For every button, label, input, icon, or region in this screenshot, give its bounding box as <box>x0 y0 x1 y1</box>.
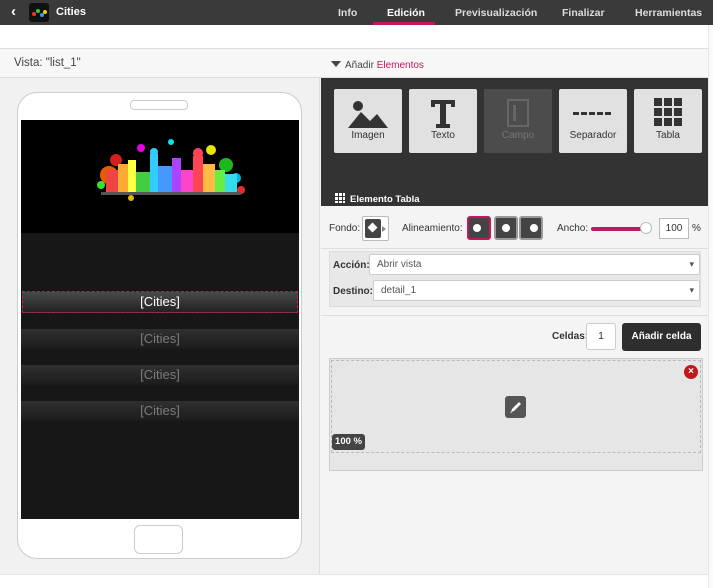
tool-label: Campo <box>501 130 535 141</box>
phone-speaker <box>130 100 188 110</box>
paint-bucket-icon <box>365 219 381 238</box>
tool-imagen[interactable]: Imagen <box>334 89 402 153</box>
width-slider-handle[interactable] <box>640 222 652 234</box>
accion-select[interactable]: Abrir vista <box>369 254 700 275</box>
app-title: Cities <box>56 6 86 18</box>
city-splash-image <box>97 139 245 201</box>
tab-info[interactable]: Info <box>338 7 357 19</box>
align-right-button[interactable] <box>519 216 543 240</box>
image-icon <box>348 101 388 128</box>
align-left-button[interactable] <box>467 216 491 240</box>
back-chevron-icon[interactable]: ‹ <box>11 3 16 20</box>
top-bar: ‹ Cities Info Edición Previsualización F… <box>0 0 713 25</box>
tool-label: Imagen <box>351 130 385 141</box>
cells-label: Celdas: <box>552 331 589 342</box>
page-scrollbar[interactable] <box>708 25 713 588</box>
collapse-triangle-icon <box>331 61 341 67</box>
tool-campo: Campo <box>484 89 552 153</box>
cell-width-badge: 100 % <box>332 434 365 450</box>
width-unit: % <box>692 223 701 234</box>
tool-label: Tabla <box>656 130 680 141</box>
tab-finalizar[interactable]: Finalizar <box>562 7 605 19</box>
fondo-label: Fondo: <box>329 223 361 234</box>
table-icon <box>654 98 682 126</box>
list-row[interactable]: [Cities] <box>21 365 299 385</box>
background-color-picker[interactable] <box>362 216 389 241</box>
app-logo <box>29 3 49 22</box>
align-center-button[interactable] <box>494 216 518 240</box>
element-title-text: Elemento Tabla <box>350 194 420 205</box>
view-name: Vista: "list_1" <box>14 57 81 69</box>
tool-label: Texto <box>431 130 455 141</box>
table-grid-icon <box>335 193 345 203</box>
add-elements-prefix: Añadir <box>345 60 374 71</box>
edit-pencil-icon[interactable] <box>505 396 526 418</box>
tab-edicion[interactable]: Edición <box>387 7 425 19</box>
width-slider[interactable] <box>591 227 647 231</box>
alignment-label: Alineamiento: <box>402 223 463 234</box>
add-cell-button[interactable]: Añadir celda <box>622 323 701 351</box>
list-row[interactable]: [Cities] <box>21 401 299 421</box>
tool-separador[interactable]: Separador <box>559 89 627 153</box>
tool-tabla[interactable]: Tabla <box>634 89 702 153</box>
align-left-icon <box>473 224 481 232</box>
accion-label: Acción: <box>333 260 370 271</box>
page-footer <box>0 574 708 588</box>
delete-cell-icon[interactable]: × <box>684 365 698 379</box>
header-image[interactable] <box>21 120 299 233</box>
width-label: Ancho: <box>557 223 589 234</box>
cells-count-input[interactable]: 1 <box>586 323 616 350</box>
phone-home-button <box>134 525 183 554</box>
tool-texto[interactable]: Texto <box>409 89 477 153</box>
align-center-icon <box>502 224 510 232</box>
divider <box>321 315 708 316</box>
width-input[interactable]: 100 <box>659 218 689 239</box>
list-row[interactable]: [Cities] <box>21 329 299 349</box>
tab-previsualizacion[interactable]: Previsualización <box>455 7 537 19</box>
destino-label: Destino: <box>333 286 373 297</box>
add-elements-toggle[interactable]: Añadir Elementos <box>331 60 424 71</box>
element-title: Elemento Tabla <box>335 193 420 205</box>
tool-label: Separador <box>569 130 617 141</box>
field-icon <box>507 99 529 127</box>
list-row-selected[interactable]: [Cities] <box>22 291 298 313</box>
align-right-icon <box>530 224 538 232</box>
separator-icon <box>573 112 611 115</box>
add-elements-highlight: Elementos <box>376 60 424 71</box>
toolbar-strip <box>0 25 708 48</box>
text-t-icon <box>431 100 455 128</box>
dropdown-arrow-icon <box>382 226 386 232</box>
destino-select[interactable]: detail_1 <box>373 280 700 301</box>
tab-herramientas[interactable]: Herramientas <box>635 7 702 19</box>
pencil-icon <box>510 402 521 413</box>
